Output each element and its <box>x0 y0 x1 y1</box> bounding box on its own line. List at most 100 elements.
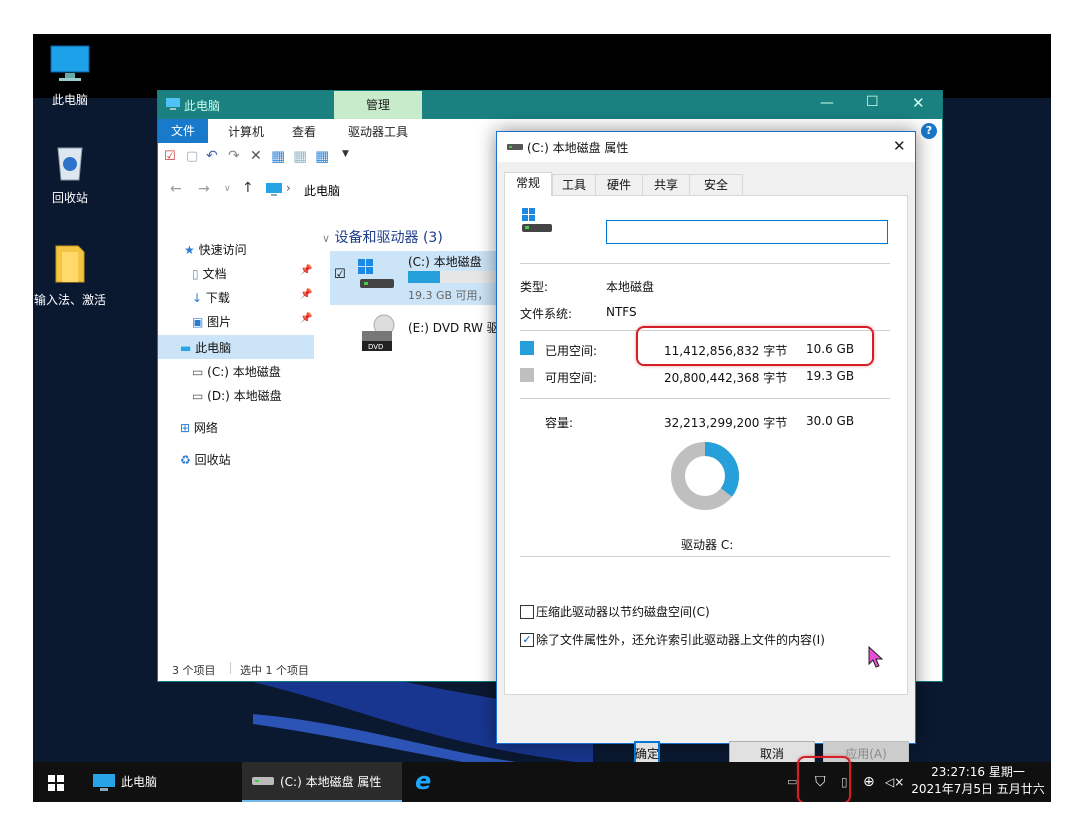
clock[interactable]: 23:27:16 星期一 2021年7月5日 五月廿六 <box>905 764 1051 798</box>
help-icon[interactable]: ? <box>921 123 937 139</box>
redo-icon[interactable]: ↷ <box>228 148 240 164</box>
explorer-title-bar[interactable]: 此电脑 管理 — ☐ ✕ <box>158 91 942 119</box>
dialog-title-bar[interactable]: (C:) 本地磁盘 属性 ✕ <box>497 132 915 162</box>
svg-text:DVD: DVD <box>368 343 383 351</box>
tab-tools[interactable]: 工具 <box>552 174 596 195</box>
type-value: 本地磁盘 <box>606 280 655 294</box>
drive-tile-e[interactable]: DVD (E:) DVD RW 驱 <box>358 313 508 363</box>
folder-icon <box>55 245 85 283</box>
tab-drive-tools[interactable]: 驱动器工具 <box>348 123 408 140</box>
forward-icon[interactable]: → <box>198 181 210 197</box>
tab-file[interactable]: 文件 <box>158 119 208 143</box>
nav-label: (D:) 本地磁盘 <box>207 389 282 403</box>
tab-hardware[interactable]: 硬件 <box>595 174 643 195</box>
maximize-icon[interactable]: ☐ <box>866 94 879 110</box>
monitor-icon <box>93 774 115 791</box>
separator <box>520 263 890 264</box>
index-checkbox[interactable]: ✓ <box>520 633 534 647</box>
tray-keyboard-icon[interactable]: ▭ <box>787 762 797 802</box>
drive-usage-fill <box>408 271 441 283</box>
nav-item-recycle-bin[interactable]: ♻ 回收站 <box>180 451 231 468</box>
drive-icon <box>507 144 523 150</box>
taskbar-item-label: (C:) 本地磁盘 属性 <box>280 775 382 789</box>
tab-general[interactable]: 常规 <box>504 172 552 196</box>
back-icon[interactable]: ← <box>170 181 182 197</box>
desktop-top-band <box>33 34 1051 98</box>
properties-icon[interactable]: ☑ <box>164 149 176 164</box>
taskbar-item-this-pc[interactable]: 此电脑 <box>89 762 239 802</box>
desktop-icon-label: 此电脑 <box>51 93 88 107</box>
desktop-icon-this-pc[interactable]: 此电脑 <box>33 44 115 108</box>
context-tab-manage[interactable]: 管理 <box>334 91 422 119</box>
ie-icon[interactable]: e <box>415 762 431 802</box>
nav-item-this-pc[interactable]: ▬ 此电脑 <box>180 339 231 356</box>
nav-item-documents[interactable]: ▯ 文档 <box>192 265 226 282</box>
close-icon[interactable]: ✕ <box>912 94 925 112</box>
group-header[interactable]: ∨ 设备和驱动器 (3) <box>322 227 443 247</box>
type-label: 类型: <box>520 280 549 294</box>
drive-icon <box>252 777 274 785</box>
drive-free-text: 19.3 GB 可用， <box>408 289 489 302</box>
minimize-icon[interactable]: — <box>820 95 834 111</box>
desktop-icon-label: 输入法、激活 <box>33 293 106 307</box>
undo-icon[interactable]: ↶ <box>206 148 218 164</box>
globe-icon[interactable]: ⊕ <box>863 762 875 802</box>
compress-checkbox[interactable] <box>520 605 534 619</box>
drive-usage-bar <box>408 271 500 283</box>
cursor-icon <box>868 646 884 668</box>
disk-usage-donut <box>671 442 739 510</box>
layout-icon[interactable]: ▦ <box>271 147 285 165</box>
checkbox[interactable]: ☑ <box>334 267 346 282</box>
dvd-drive-icon: DVD <box>362 314 395 351</box>
separator <box>520 398 890 399</box>
free-space-bytes: 20,800,442,368 字节 <box>664 371 788 385</box>
index-label: 除了文件属性外，还允许索引此驱动器上文件的内容(I) <box>536 633 825 647</box>
chevron-down-icon[interactable]: ∨ <box>224 184 231 194</box>
tab-view[interactable]: 查看 <box>292 123 316 140</box>
filesystem-label: 文件系统: <box>520 307 573 321</box>
nav-label: 网络 <box>193 421 218 435</box>
select-icon[interactable]: ▦ <box>315 147 329 165</box>
general-tab-panel: 类型: 本地磁盘 文件系统: NTFS 已用空间: 11,412,856,832… <box>504 195 908 695</box>
battery-icon[interactable]: ▯ <box>841 762 848 802</box>
pin-icon[interactable]: 📌 <box>300 265 312 276</box>
new-folder-icon[interactable]: ▢ <box>186 149 198 164</box>
pin-icon[interactable]: 📌 <box>300 313 312 324</box>
desktop-icon-ime-activate[interactable]: 输入法、激活 <box>33 242 115 308</box>
tab-sharing[interactable]: 共享 <box>642 174 690 195</box>
nav-item-network[interactable]: ⊞ 网络 <box>180 419 218 436</box>
separator <box>520 556 890 557</box>
delete-icon[interactable]: ✕ <box>250 148 262 164</box>
dialog-title: (C:) 本地磁盘 属性 <box>527 141 629 155</box>
nav-label: 回收站 <box>194 453 231 467</box>
nav-label: 图片 <box>207 315 232 329</box>
up-icon[interactable]: ↑ <box>242 180 254 196</box>
capacity-bytes: 32,213,299,200 字节 <box>664 416 788 430</box>
grid-icon[interactable]: ▦ <box>293 147 307 165</box>
windows-drive-icon <box>522 208 552 232</box>
windows-start-icon[interactable] <box>48 775 64 791</box>
recycle-bin-icon <box>57 147 83 181</box>
volume-muted-icon[interactable]: ◁× <box>885 762 904 802</box>
chevron-down-icon[interactable]: ▼ <box>342 149 349 159</box>
breadcrumb-chevron-icon: › <box>286 181 291 195</box>
drive-tile-c[interactable]: ☑ (C:) 本地磁盘 19.3 GB 可用， <box>330 251 500 305</box>
close-icon[interactable]: ✕ <box>893 137 906 155</box>
desktop-icon-recycle-bin[interactable]: 回收站 <box>33 142 115 206</box>
clock-time: 23:27:16 星期一 <box>931 765 1025 779</box>
tab-computer[interactable]: 计算机 <box>228 123 264 140</box>
drive-name-input[interactable] <box>606 220 888 244</box>
pin-icon[interactable]: 📌 <box>300 289 312 300</box>
nav-item-drive-c[interactable]: ▭ (C:) 本地磁盘 <box>192 363 281 380</box>
status-selected: 选中 1 个项目 <box>240 664 309 677</box>
tab-security[interactable]: 安全 <box>689 174 743 195</box>
free-color-swatch <box>520 368 534 382</box>
nav-item-downloads[interactable]: ↓ 下载 <box>192 289 230 306</box>
nav-item-pictures[interactable]: ▣ 图片 <box>192 313 231 330</box>
network-icon: ⊞ <box>180 421 191 435</box>
capacity-label: 容量: <box>545 416 574 430</box>
desktop: 此电脑 回收站 输入法、激活 此电脑 管理 — ☐ ✕ 文件 计算机 查看 驱动… <box>33 34 1051 802</box>
nav-item-drive-d[interactable]: ▭ (D:) 本地磁盘 <box>192 387 282 404</box>
taskbar-item-properties[interactable]: (C:) 本地磁盘 属性 <box>242 762 402 802</box>
nav-item-quick-access[interactable]: ★ 快速访问 <box>184 241 247 258</box>
